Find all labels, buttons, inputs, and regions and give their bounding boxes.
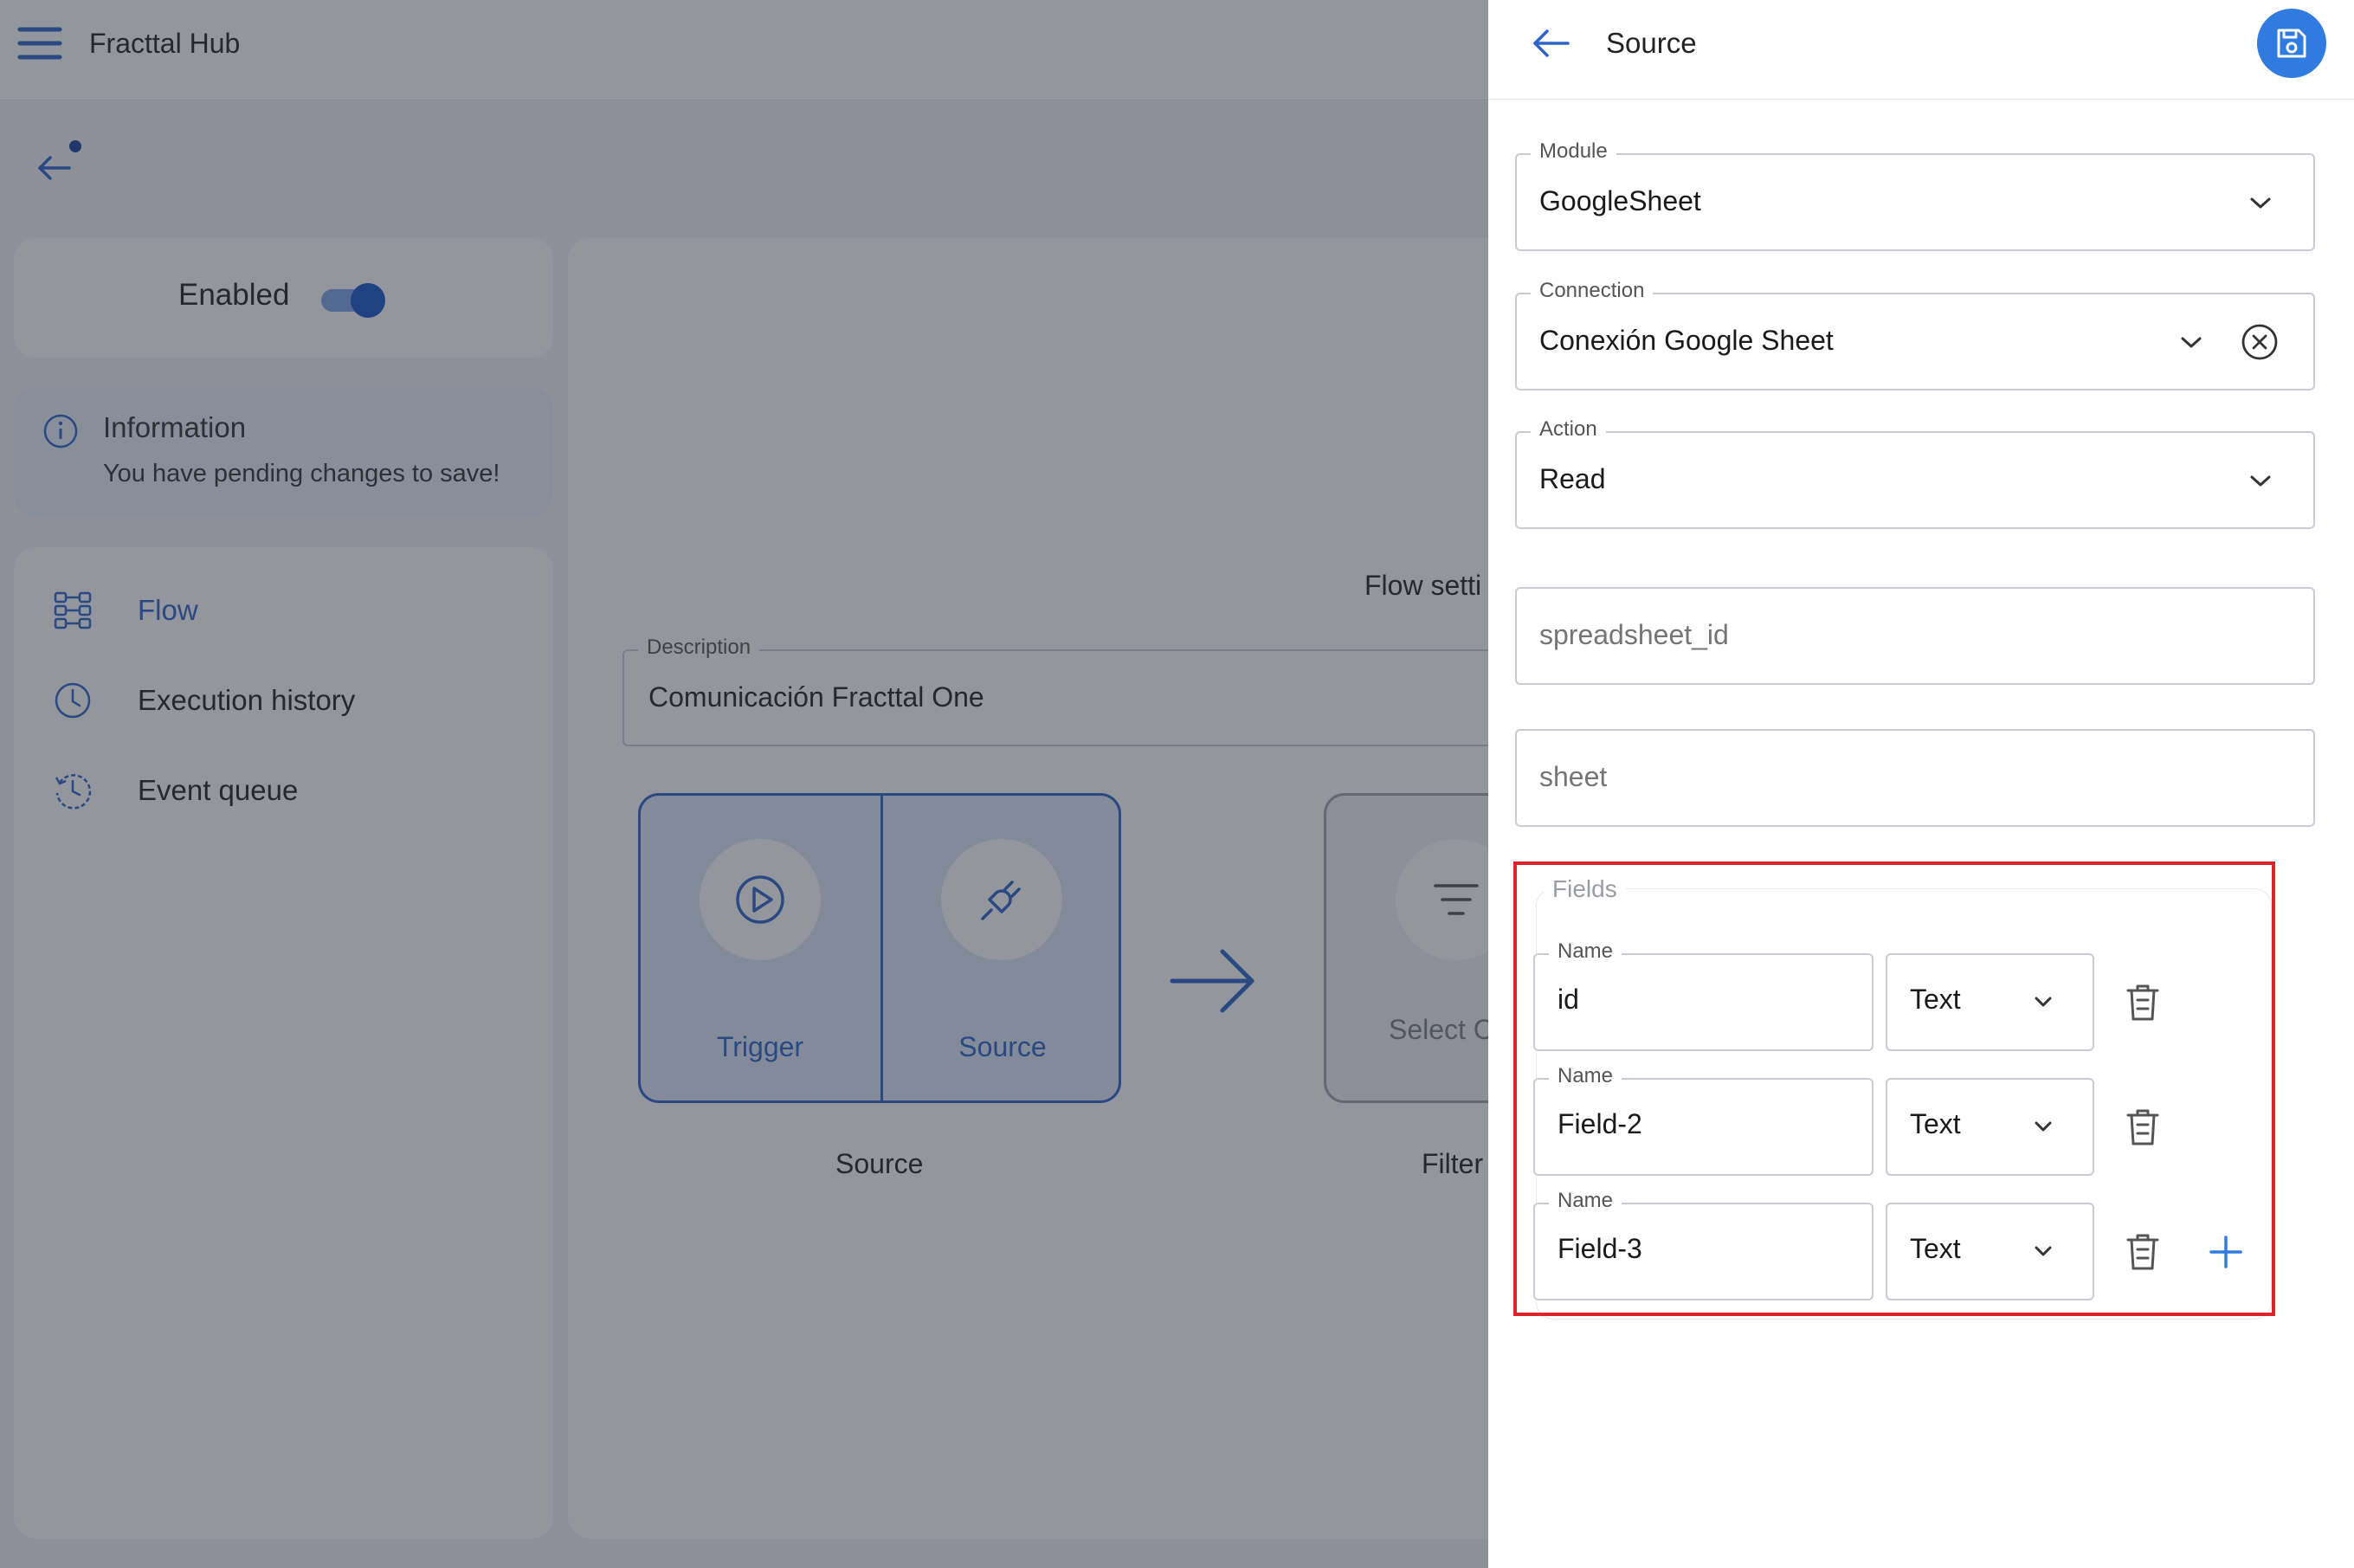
- sheet-input[interactable]: sheet: [1515, 729, 2315, 827]
- drawer-back-icon[interactable]: [1530, 24, 1571, 62]
- spreadsheet-id-placeholder: spreadsheet_id: [1539, 619, 1729, 650]
- module-label: Module: [1531, 139, 1616, 164]
- connection-value: Conexión Google Sheet: [1539, 325, 1834, 356]
- chevron-down-icon: [2250, 475, 2271, 487]
- fields-highlight-box: [1513, 861, 2275, 1316]
- drawer-header: Source: [1488, 0, 2354, 100]
- save-button[interactable]: [2257, 9, 2326, 78]
- action-select[interactable]: Action Read: [1515, 417, 2315, 529]
- action-value: Read: [1539, 463, 1606, 494]
- connection-label: Connection: [1531, 279, 1654, 303]
- spreadsheet-id-input[interactable]: spreadsheet_id: [1515, 587, 2315, 685]
- module-select[interactable]: Module GoogleSheet: [1515, 139, 2315, 251]
- sheet-placeholder: sheet: [1539, 761, 1608, 792]
- drawer-title: Source: [1606, 27, 1697, 59]
- module-value: GoogleSheet: [1539, 185, 1701, 216]
- save-icon: [2277, 29, 2306, 58]
- modal-overlay[interactable]: [0, 0, 1488, 1568]
- action-label: Action: [1531, 417, 1606, 442]
- clear-icon[interactable]: [2240, 322, 2280, 362]
- connection-select[interactable]: Connection Conexión Google Sheet: [1515, 279, 2315, 390]
- chevron-down-icon[interactable]: [2179, 335, 2203, 351]
- chevron-down-icon: [2250, 197, 2271, 209]
